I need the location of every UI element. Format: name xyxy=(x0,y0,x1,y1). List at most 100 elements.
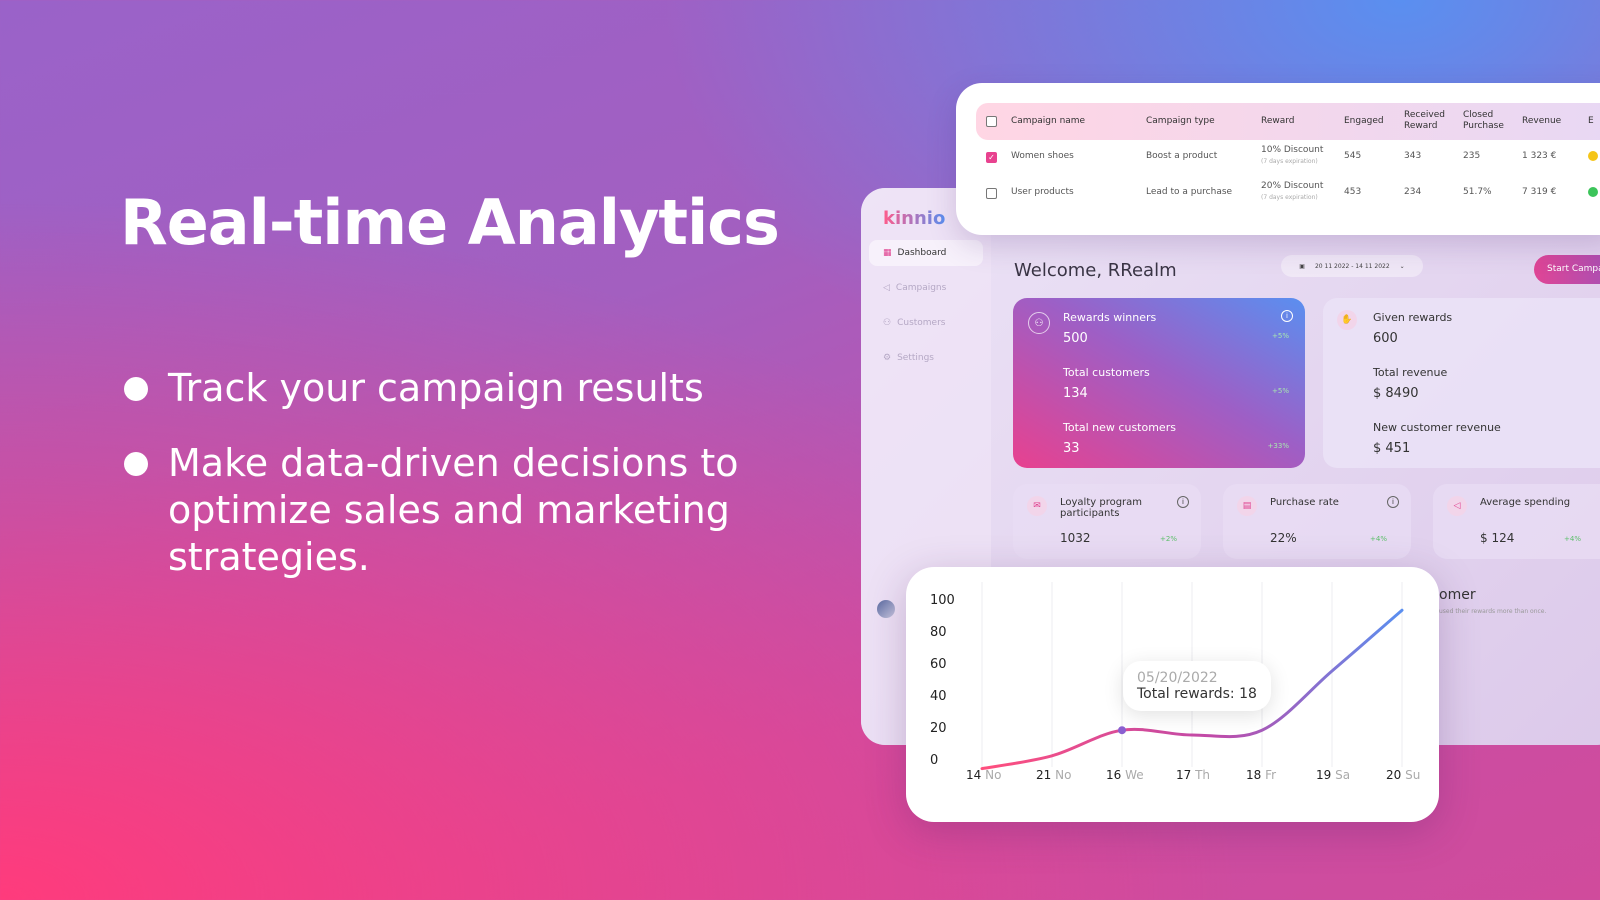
x-tick-label: 17 Th xyxy=(1176,768,1210,782)
column-header[interactable]: Engaged xyxy=(1344,116,1384,127)
sidebar-item-settings[interactable]: ⚙ Settings xyxy=(869,345,983,371)
y-tick-label: 20 xyxy=(930,721,947,736)
page-title: Welcome, RRealm xyxy=(1014,260,1177,281)
nav-label: Dashboard xyxy=(897,248,947,258)
metric-value: $ 8490 xyxy=(1373,386,1419,401)
metric-label: Total customers xyxy=(1063,366,1150,379)
data-point-highlight[interactable] xyxy=(1118,726,1126,735)
feature-list: Track your campaign results Make data-dr… xyxy=(124,365,768,609)
stat-card-average-spending: ◁ Average spending $ 124 +4% xyxy=(1433,484,1600,559)
metric: Total revenue $ 8490 xyxy=(1373,366,1447,401)
nav-label: Campaigns xyxy=(895,283,947,293)
hero: Real-time Analytics xyxy=(120,186,780,259)
sidebar-item-dashboard[interactable]: ▦ Dashboard xyxy=(869,240,983,266)
avatar[interactable] xyxy=(877,600,895,618)
column-header[interactable]: E xyxy=(1588,116,1594,127)
column-header[interactable]: Received Reward xyxy=(1404,110,1448,132)
metric-delta: +33% xyxy=(1267,442,1289,450)
hand-icon: ✋ xyxy=(1337,310,1357,330)
tooltip-date: 05/20/2022 xyxy=(1137,670,1218,686)
metric-label: New customer revenue xyxy=(1373,421,1501,434)
table-header: Campaign name Campaign type Reward Engag… xyxy=(976,103,1600,140)
stat-delta: +4% xyxy=(1564,535,1581,543)
feature-item: Track your campaign results xyxy=(124,365,768,412)
closed-purchase: 51.7% xyxy=(1463,187,1492,197)
x-tick-label: 20 Su xyxy=(1386,768,1420,782)
revenue: 1 323 € xyxy=(1522,151,1557,161)
nav-label: Customers xyxy=(897,318,946,328)
feature-item: Make data-driven decisions to optimize s… xyxy=(124,440,768,581)
campaign-name[interactable]: User products xyxy=(1011,187,1074,198)
y-tick-label: 40 xyxy=(930,689,947,704)
chart-tooltip: 05/20/2022 Total rewards: 18 xyxy=(1123,661,1271,711)
summary-card: ⚇ i Rewards winners 500 +5% Total customers… xyxy=(1013,298,1305,468)
sidebar-item-campaigns[interactable]: ◁ Campaigns xyxy=(869,275,983,301)
column-header[interactable]: Campaign name xyxy=(1011,116,1085,127)
engaged: 453 xyxy=(1344,187,1362,197)
stat-delta: +4% xyxy=(1370,535,1387,543)
metric: Total customers 134 xyxy=(1063,366,1150,401)
hero-title: Real-time Analytics xyxy=(120,186,780,259)
x-tick-label: 19 Sa xyxy=(1316,768,1350,782)
start-campaign-button[interactable]: Start Campa xyxy=(1534,255,1600,284)
date-range-picker[interactable]: ▣ 20 11 2022 - 14 11 2022 ⌄ xyxy=(1281,255,1423,277)
stat-label: Loyalty program participants xyxy=(1060,497,1143,519)
column-header[interactable]: Reward xyxy=(1261,116,1295,127)
chevron-down-icon: ⌄ xyxy=(1399,262,1405,270)
tooltip-value: Total rewards: 18 xyxy=(1137,686,1257,702)
column-header[interactable]: Closed Purchase xyxy=(1463,110,1507,132)
section-subtitle: used their rewards more than once. xyxy=(1439,608,1547,615)
ticket-icon: ✉ xyxy=(1027,496,1047,516)
users-icon: ⚇ xyxy=(883,318,892,328)
x-tick-label: 21 No xyxy=(1036,768,1071,782)
x-tick-label: 14 No xyxy=(966,768,1001,782)
stat-value: $ 124 xyxy=(1480,531,1515,545)
reward-note: (7 days expiration) xyxy=(1261,194,1318,201)
y-tick-label: 0 xyxy=(930,753,938,768)
megaphone-icon: ◁ xyxy=(1447,496,1467,516)
status-dot xyxy=(1588,187,1598,197)
stat-delta: +2% xyxy=(1160,535,1177,543)
row-checkbox[interactable]: ✓ xyxy=(986,152,997,163)
info-icon[interactable]: i xyxy=(1177,496,1189,508)
status-dot xyxy=(1588,151,1598,161)
ticket-icon: ▤ xyxy=(1237,496,1257,516)
metric-value: 33 xyxy=(1063,441,1080,456)
reward: 20% Discount (7 days expiration) xyxy=(1261,181,1323,203)
metric-label: Given rewards xyxy=(1373,311,1453,324)
grid-icon: ▦ xyxy=(883,248,892,258)
column-header[interactable]: Revenue xyxy=(1522,116,1561,127)
metric-label: Rewards winners xyxy=(1063,311,1157,324)
stat-value: 22% xyxy=(1270,531,1297,545)
x-tick-label: 18 Fr xyxy=(1246,768,1276,782)
section-title: omer xyxy=(1439,587,1476,603)
feature-text: Track your campaign results xyxy=(168,366,704,410)
campaigns-table: Campaign name Campaign type Reward Engag… xyxy=(956,83,1600,235)
bullet-icon xyxy=(124,377,148,401)
y-tick-label: 60 xyxy=(930,657,947,672)
received-reward: 343 xyxy=(1404,151,1422,161)
y-tick-label: 80 xyxy=(930,625,947,640)
reward-value: 10% Discount xyxy=(1261,145,1324,155)
received-reward: 234 xyxy=(1404,187,1422,197)
gear-icon: ⚙ xyxy=(883,353,892,363)
x-tick-label: 16 We xyxy=(1106,768,1144,782)
feature-text: Make data-driven decisions to optimize s… xyxy=(168,441,739,579)
metric-delta: +5% xyxy=(1272,387,1289,395)
stat-label: Purchase rate xyxy=(1270,497,1339,508)
metric-delta: +5% xyxy=(1272,332,1289,340)
metric-value: 600 xyxy=(1373,331,1398,346)
info-icon[interactable]: i xyxy=(1281,310,1293,322)
select-all-checkbox[interactable] xyxy=(986,116,997,127)
metric-label: Total revenue xyxy=(1373,366,1448,379)
metric-value: 134 xyxy=(1063,386,1088,401)
column-header[interactable]: Campaign type xyxy=(1146,116,1215,127)
row-checkbox[interactable] xyxy=(986,188,997,199)
campaign-type: Lead to a purchase xyxy=(1146,187,1233,197)
reward-note: (7 days expiration) xyxy=(1261,158,1318,165)
stat-card-loyalty: ✉ i Loyalty program participants 1032 +2% xyxy=(1013,484,1201,559)
revenue: 7 319 € xyxy=(1522,187,1557,197)
info-icon[interactable]: i xyxy=(1387,496,1399,508)
sidebar-item-customers[interactable]: ⚇ Customers xyxy=(869,310,983,336)
campaign-name[interactable]: Women shoes xyxy=(1011,151,1074,162)
